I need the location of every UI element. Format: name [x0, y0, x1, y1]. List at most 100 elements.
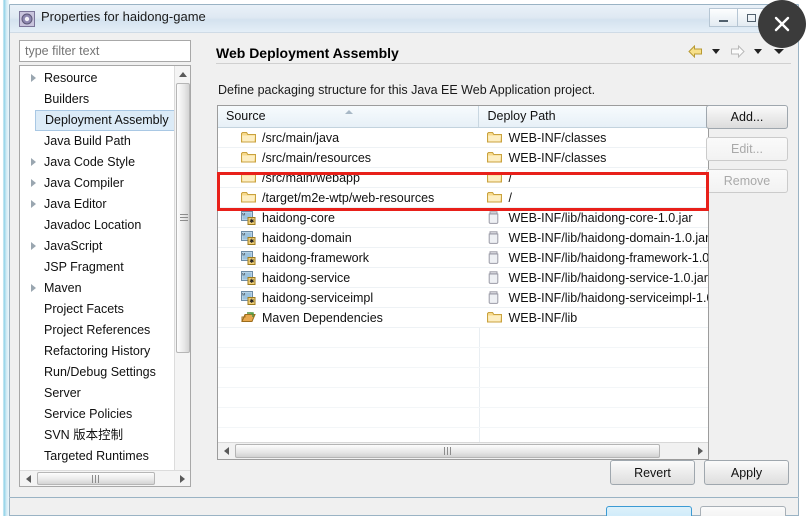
scroll-left-icon[interactable] — [218, 443, 234, 459]
expand-arrow-icon[interactable] — [31, 200, 36, 208]
sidebar-item-label: SVN 版本控制 — [44, 428, 124, 442]
cell-deploy-path: WEB-INF/lib/haidong-serviceimpl-1.0 — [479, 291, 708, 305]
sidebar-item-resource[interactable]: Resource — [20, 68, 175, 89]
table-hscroll-thumb[interactable] — [235, 444, 660, 458]
sidebar-item-label: Service Policies — [44, 407, 133, 421]
ok-button[interactable] — [606, 506, 692, 516]
table-row[interactable]: /src/main/webapp / — [218, 168, 708, 188]
cell-source: /src/main/webapp — [218, 171, 479, 185]
expand-arrow-icon[interactable] — [31, 158, 36, 166]
folder-icon — [241, 131, 257, 145]
table-row[interactable]: M ✱ haidong-core WEB-INF/lib/haidong-core-1… — [218, 208, 708, 228]
deploy-path-label: / — [508, 170, 512, 185]
table-row[interactable]: Maven Dependencies WEB-INF/lib — [218, 308, 708, 328]
sidebar-item-refactoring-history[interactable]: Refactoring History — [20, 341, 175, 362]
cell-source: Maven Dependencies — [218, 311, 479, 325]
cell-source: M ✱ haidong-core — [218, 210, 479, 225]
maven-project-icon: M ✱ — [241, 250, 257, 265]
sidebar-item-builders[interactable]: Builders — [20, 89, 175, 110]
source-path-label: haidong-core — [262, 210, 335, 225]
table-row[interactable]: M ✱ haidong-serviceimpl WEB-INF/lib/haidong… — [218, 288, 708, 308]
cancel-button[interactable] — [700, 506, 786, 516]
scroll-right-icon[interactable] — [174, 471, 190, 486]
jar-icon — [487, 290, 503, 305]
overlay-close-icon[interactable] — [758, 0, 806, 48]
sidebar-item-svn[interactable]: SVN 版本控制 — [20, 425, 175, 446]
table-row[interactable]: M ✱ haidong-framework WEB-INF/lib/haidong-f… — [218, 248, 708, 268]
sidebar-item-label: Java Code Style — [44, 155, 136, 169]
cell-deploy-path: WEB-INF/lib — [479, 311, 708, 325]
table-row[interactable]: M ✱ haidong-service WEB-INF/lib/haidong-ser… — [218, 268, 708, 288]
sidebar-item-label: Java Compiler — [44, 176, 124, 190]
back-arrow-icon[interactable] — [686, 43, 704, 59]
maximize-icon — [747, 13, 756, 22]
remove-button[interactable]: Remove — [706, 169, 788, 193]
revert-button[interactable]: Revert — [610, 460, 695, 485]
scroll-up-icon[interactable] — [175, 66, 190, 82]
expand-arrow-icon[interactable] — [31, 74, 36, 82]
expand-arrow-icon[interactable] — [31, 242, 36, 250]
folder-icon — [487, 171, 503, 185]
sidebar-item-deployment-assembly[interactable]: Deployment Assembly — [35, 110, 183, 131]
jar-icon — [487, 210, 503, 225]
sidebar-item-java-code-style[interactable]: Java Code Style — [20, 152, 175, 173]
properties-dialog: Properties for haidong-game Resource Buil… — [9, 4, 799, 498]
dialog-bottom-strip — [9, 498, 799, 516]
table-row[interactable]: M ✱ haidong-domain WEB-INF/lib/haidong-doma… — [218, 228, 708, 248]
tree-vertical-scrollbar[interactable] — [174, 66, 190, 486]
deploy-path-label: WEB-INF/lib — [508, 310, 578, 325]
settings-tree[interactable]: Resource Builders Deployment Assembly Java … — [19, 65, 191, 487]
sidebar-item-project-facets[interactable]: Project Facets — [20, 299, 175, 320]
folder-icon — [487, 191, 503, 205]
svg-text:M: M — [242, 291, 245, 296]
forward-arrow-icon[interactable] — [728, 43, 746, 59]
svg-text:✱: ✱ — [249, 298, 254, 305]
source-path-label: haidong-framework — [262, 250, 369, 265]
cell-source: M ✱ haidong-framework — [218, 250, 479, 265]
sidebar-item-javadoc-location[interactable]: Javadoc Location — [20, 215, 175, 236]
cell-deploy-path: WEB-INF/lib/haidong-service-1.0.jar — [479, 271, 708, 285]
sidebar-item-service-policies[interactable]: Service Policies — [20, 404, 175, 425]
sidebar-item-server[interactable]: Server — [20, 383, 175, 404]
table-horizontal-scrollbar[interactable] — [218, 442, 708, 459]
table-row[interactable]: /src/main/java WEB-INF/classes — [218, 128, 708, 148]
scroll-grip-icon — [92, 474, 100, 483]
scroll-right-icon[interactable] — [692, 443, 708, 459]
sidebar-item-project-references[interactable]: Project References — [20, 320, 175, 341]
expand-arrow-icon[interactable] — [31, 284, 36, 292]
folder-icon — [487, 131, 503, 145]
apply-button[interactable]: Apply — [704, 460, 789, 485]
table-row[interactable]: /target/m2e-wtp/web-resources / — [218, 188, 708, 208]
sidebar-item-jsp-fragment[interactable]: JSP Fragment — [20, 257, 175, 278]
sidebar-item-java-editor[interactable]: Java Editor — [20, 194, 175, 215]
maven-dependencies-icon — [241, 311, 257, 325]
minimize-button[interactable] — [709, 8, 738, 27]
sidebar-item-java-compiler[interactable]: Java Compiler — [20, 173, 175, 194]
tree-hscroll-thumb[interactable] — [37, 472, 155, 485]
add-button[interactable]: Add... — [706, 105, 788, 129]
sidebar-item-maven[interactable]: Maven — [20, 278, 175, 299]
scroll-left-icon[interactable] — [20, 471, 36, 486]
table-row[interactable]: /src/main/resources WEB-INF/classes — [218, 148, 708, 168]
sidebar-item-label: Java Editor — [44, 197, 107, 211]
edit-button[interactable]: Edit... — [706, 137, 788, 161]
back-menu-chevron-down-icon[interactable] — [707, 43, 725, 59]
sidebar-item-javascript[interactable]: JavaScript — [20, 236, 175, 257]
maven-project-icon: M ✱ — [241, 290, 257, 305]
cell-deploy-path: WEB-INF/classes — [479, 151, 708, 165]
sidebar-item-run-debug-settings[interactable]: Run/Debug Settings — [20, 362, 175, 383]
column-header-deploy-path[interactable]: Deploy Path — [479, 106, 708, 127]
cell-deploy-path: WEB-INF/classes — [479, 131, 708, 145]
expand-arrow-icon[interactable] — [31, 179, 36, 187]
sidebar-item-targeted-runtimes[interactable]: Targeted Runtimes — [20, 446, 175, 467]
svg-text:M: M — [242, 271, 245, 276]
filter-input[interactable] — [19, 40, 191, 62]
sidebar-item-java-build-path[interactable]: Java Build Path — [20, 131, 175, 152]
properties-gear-icon — [19, 11, 35, 27]
tree-horizontal-scrollbar[interactable] — [20, 470, 190, 486]
tree-vscroll-thumb[interactable] — [176, 83, 190, 353]
sidebar-item-label: Resource — [44, 71, 98, 85]
forward-menu-chevron-down-icon[interactable] — [749, 43, 767, 59]
window-title: Properties for haidong-game — [41, 9, 206, 24]
maven-project-icon: M ✱ — [241, 230, 257, 245]
